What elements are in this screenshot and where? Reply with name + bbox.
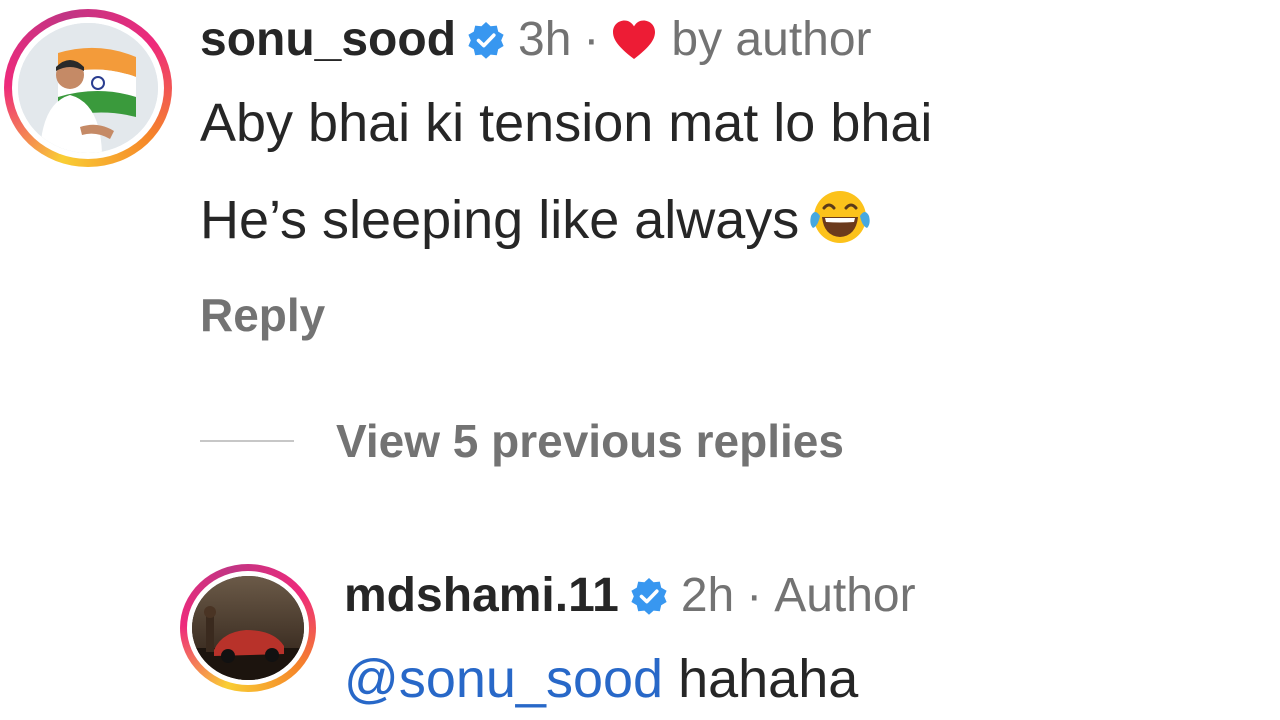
comment-text-line-1: Aby bhai ki tension mat lo bhai <box>200 93 933 153</box>
avatar-image <box>18 23 158 153</box>
avatar-mdshami[interactable] <box>180 564 316 692</box>
comment-header: mdshami.11 2h · Author <box>344 572 916 620</box>
comment-time: 3h <box>518 13 572 66</box>
comment-time: 2h <box>680 569 735 622</box>
verified-badge-icon <box>468 22 504 59</box>
avatar-photo-illustration <box>192 576 304 680</box>
separator-dot: · <box>583 13 600 66</box>
username[interactable]: mdshami.11 <box>344 572 619 620</box>
laughing-tears-emoji-icon <box>810 191 870 243</box>
avatar-photo-illustration <box>18 23 158 153</box>
author-badge-label: Author <box>774 569 916 622</box>
username[interactable]: sonu_sood <box>200 16 456 64</box>
comment-body: hahaha <box>678 649 859 709</box>
comment-text-line-2: He’s sleeping like always <box>200 186 871 248</box>
heart-icon <box>613 20 656 59</box>
verified-badge-icon <box>631 578 667 615</box>
view-previous-replies-button[interactable]: View 5 previous replies <box>200 414 844 468</box>
avatar-sonu-sood[interactable] <box>4 9 172 167</box>
comment-thread: sonu_sood 3h · by author Aby bhai ki ten… <box>0 0 1280 720</box>
liked-by-author-label: by author <box>671 13 872 66</box>
avatar-image <box>192 576 304 680</box>
reply-button[interactable]: Reply <box>200 288 325 342</box>
comment-text-line-1: @sonu_sood hahaha <box>344 652 858 706</box>
thread-divider-line <box>200 440 294 442</box>
separator-dot: · <box>746 569 763 622</box>
comment-header: sonu_sood 3h · by author <box>200 16 872 64</box>
view-replies-label: View 5 previous replies <box>336 415 844 467</box>
mention-link[interactable]: @sonu_sood <box>344 649 663 709</box>
